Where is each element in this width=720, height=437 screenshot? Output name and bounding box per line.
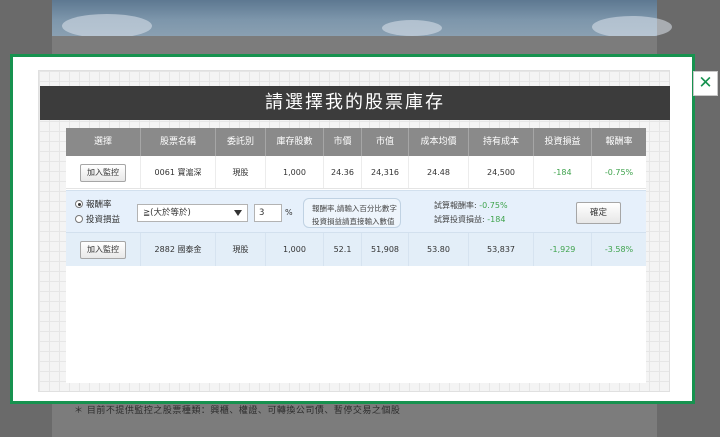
holding-cost: 24,500 (469, 156, 534, 188)
col-avg-cost: 成本均價 (409, 128, 469, 156)
background-note: ＊ 目前不提供監控之股票種類：興櫃、權證、可轉換公司債、暫停交易之個股 (74, 406, 401, 416)
market-value: 51,908 (362, 233, 409, 266)
return: -0.75% (604, 168, 634, 177)
pnl: -184 (534, 156, 592, 188)
add-monitor-button[interactable]: 加入監控 (80, 241, 126, 259)
radio-return[interactable]: 報酬率 (75, 198, 112, 210)
hint-line-1: 報酬率,請輸入百分比數字 (312, 204, 397, 213)
shares: 1,000 (266, 156, 324, 188)
col-stock-name: 股票名稱 (141, 128, 216, 156)
holding-cost: 53,837 (469, 233, 534, 266)
avg-cost: 24.48 (409, 156, 469, 188)
modal-title: 請選擇我的股票庫存 (40, 86, 670, 120)
hint-line-2: 投資損益請直接輸入數值 (312, 217, 395, 226)
close-icon[interactable]: ✕ (698, 73, 712, 93)
stock-name: 0061 寶滬深 (141, 156, 216, 188)
pnl: -1,929 (534, 233, 592, 266)
radio-return-label: 報酬率 (86, 200, 112, 210)
calc-return-value: -0.75% (479, 201, 508, 210)
chevron-down-icon[interactable] (234, 210, 242, 216)
calc-pnl-label: 試算投資損益: (434, 215, 485, 224)
col-market-value: 市值 (362, 128, 409, 156)
return: -3.58% (604, 245, 634, 254)
condition-select-value: ≧(大於等於) (143, 208, 191, 218)
add-monitor-button[interactable]: 加入監控 (80, 164, 126, 182)
order-type: 現股 (216, 156, 266, 188)
radio-pnl-label: 投資損益 (86, 215, 121, 225)
unit-label: % (285, 208, 293, 217)
input-hint: 報酬率,請輸入百分比數字 投資損益請直接輸入數值 (303, 198, 401, 228)
order-type: 現股 (216, 233, 266, 266)
table-row: 加入監控 2882 國泰金 現股 1,000 52.1 51,908 53.80… (66, 233, 646, 266)
table-header: 選擇 股票名稱 委託別 庫存股數 市價 市值 成本均價 持有成本 投資損益 報酬… (66, 128, 646, 156)
modal-inner: 請選擇我的股票庫存 選擇 股票名稱 委託別 庫存股數 市價 市值 成本均價 持有… (38, 70, 670, 392)
price: 24.36 (324, 156, 362, 188)
col-return: 報酬率 (605, 137, 633, 147)
radio-pnl[interactable]: 投資損益 (75, 213, 120, 225)
condition-select[interactable]: ≧(大於等於) (137, 204, 248, 222)
threshold-input[interactable]: 3 (254, 204, 282, 222)
close-button[interactable]: ✕ (693, 71, 718, 96)
radio-return-indicator[interactable] (75, 200, 83, 208)
col-price: 市價 (324, 128, 362, 156)
stock-table: 選擇 股票名稱 委託別 庫存股數 市價 市值 成本均價 持有成本 投資損益 報酬… (66, 128, 646, 383)
stock-name: 2882 國泰金 (141, 233, 216, 266)
avg-cost: 53.80 (409, 233, 469, 266)
stock-select-modal: 請選擇我的股票庫存 選擇 股票名稱 委託別 庫存股數 市價 市值 成本均價 持有… (10, 54, 695, 404)
background-banner (52, 0, 672, 38)
shares: 1,000 (266, 233, 324, 266)
calc-results: 試算報酬率: -0.75% 試算投資損益: -184 (434, 199, 508, 227)
confirm-button[interactable]: 確定 (576, 202, 621, 224)
monitor-settings-panel: 報酬率 投資損益 ≧(大於等於) 3 % 報酬率,請輸入百分比數字 投資損益請直… (66, 190, 646, 233)
calc-pnl-value: -184 (487, 215, 506, 224)
table-row: 加入監控 0061 寶滬深 現股 1,000 24.36 24,316 24.4… (66, 156, 646, 189)
col-select: 選擇 (66, 128, 141, 156)
col-shares: 庫存股數 (266, 128, 324, 156)
col-order-type: 委託別 (216, 128, 266, 156)
col-pnl: 投資損益 (534, 128, 592, 156)
price: 52.1 (324, 233, 362, 266)
col-holding-cost: 持有成本 (469, 128, 534, 156)
calc-return-label: 試算報酬率: (434, 201, 477, 210)
radio-pnl-indicator[interactable] (75, 215, 83, 223)
market-value: 24,316 (362, 156, 409, 188)
